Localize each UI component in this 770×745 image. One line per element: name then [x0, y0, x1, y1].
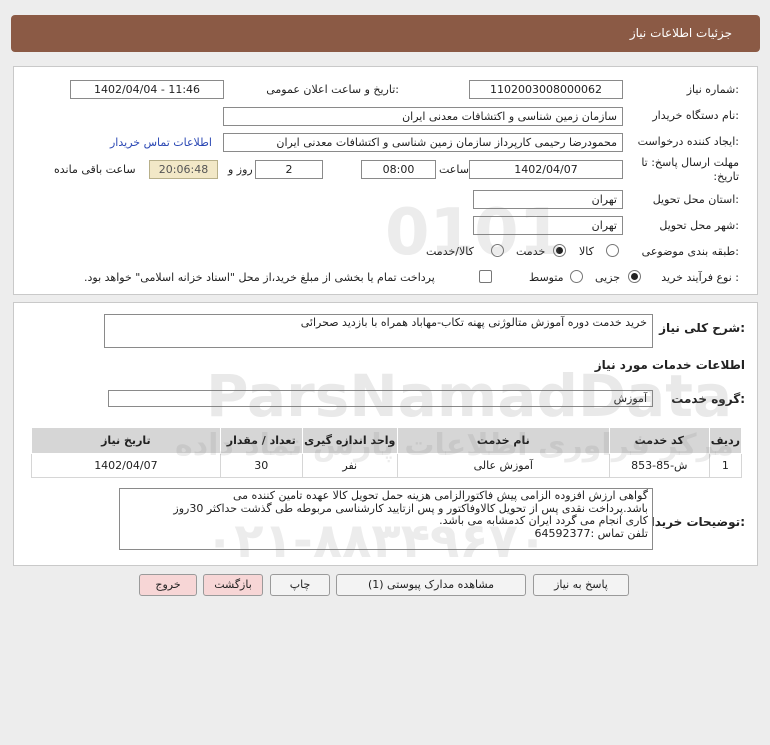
- buyer-org-label: نام دستگاه خریدار:: [652, 109, 739, 122]
- general-desc-field[interactable]: خرید خدمت دوره آموزش متالوژنی پهنه تکاب-…: [104, 314, 653, 348]
- remaining-time-field: 20:06:48: [149, 160, 218, 179]
- exit-button[interactable]: خروج: [139, 574, 197, 596]
- city-label: شهر محل تحویل:: [659, 219, 739, 232]
- category-option-goods: کالا: [579, 245, 594, 258]
- services-table: ردیف کد خدمت نام خدمت واحد اندازه گیری ت…: [31, 427, 743, 478]
- need-info-panel: شماره نیاز: 1102003008000062 تاریخ و ساع…: [13, 66, 758, 295]
- col-service-code: کد خدمت: [608, 427, 710, 454]
- table-row[interactable]: 1 ش-85-853 آموزش عالی نفر 30 1402/04/07: [31, 453, 743, 478]
- cell-need-date: 1402/04/07: [31, 453, 221, 478]
- col-need-date: تاریخ نیاز: [31, 427, 221, 454]
- category-label: طبقه بندی موضوعی:: [641, 245, 739, 258]
- col-unit: واحد اندازه گیری: [301, 427, 398, 454]
- buyer-contact-link[interactable]: اطلاعات تماس خریدار: [110, 136, 212, 149]
- purchase-option-medium: متوسط: [529, 271, 564, 284]
- cell-quantity: 30: [219, 453, 303, 478]
- cell-service-name: آموزش عالی: [396, 453, 610, 478]
- cell-unit: نفر: [301, 453, 398, 478]
- buyer-notes-label: توضیحات خریدار:: [643, 515, 745, 529]
- col-quantity: تعداد / مقدار: [219, 427, 303, 454]
- service-group-field[interactable]: آموزش: [108, 390, 653, 407]
- category-radio-goods[interactable]: [606, 244, 619, 257]
- need-details-panel: شرح کلی نیاز: خرید خدمت دوره آموزش متالو…: [13, 302, 758, 566]
- services-heading: اطلاعات خدمات مورد نیاز: [594, 358, 745, 372]
- purchase-option-minor: جزیی: [595, 271, 621, 284]
- requester-field[interactable]: محمودرضا رحیمی کارپرداز سازمان زمین شناس…: [223, 133, 623, 152]
- deadline-time-label: ساعت: [439, 163, 469, 176]
- payment-note: پرداخت تمام یا بخشی از مبلغ خرید،از محل …: [84, 271, 435, 284]
- need-number-field[interactable]: 1102003008000062: [469, 80, 623, 99]
- deadline-date-field[interactable]: 1402/04/07: [469, 160, 623, 179]
- province-field[interactable]: تهران: [473, 190, 623, 209]
- cell-service-code: ش-85-853: [608, 453, 710, 478]
- buyer-notes-field[interactable]: گواهی ارزش افزوده الزامی پیش فاکتورالزام…: [119, 488, 653, 550]
- need-number-label: شماره نیاز:: [686, 83, 739, 96]
- announce-label: تاریخ و ساعت اعلان عمومی:: [266, 83, 399, 96]
- buyer-notes-line: گواهی ارزش افزوده الزامی پیش فاکتورالزام…: [233, 489, 648, 502]
- buyer-notes-line: کاری انجام می گردد ایران کدمشابه می باشد…: [439, 514, 648, 528]
- buyer-org-field[interactable]: سازمان زمین شناسی و اکتشافات معدنی ایران: [223, 107, 623, 126]
- remaining-label: ساعت باقی مانده: [54, 163, 136, 176]
- reply-button[interactable]: پاسخ به نیاز: [533, 574, 629, 596]
- province-label: استان محل تحویل:: [652, 193, 739, 206]
- category-option-service: خدمت: [516, 245, 546, 258]
- purchase-type-label: نوع فرآیند خرید :: [661, 271, 739, 284]
- purchase-radio-minor[interactable]: [628, 270, 641, 283]
- col-service-name: نام خدمت: [396, 427, 610, 454]
- deadline-time-field[interactable]: 08:00: [361, 160, 436, 179]
- page-header: جزئیات اطلاعات نیاز: [11, 15, 760, 52]
- cell-row-number: 1: [708, 453, 743, 478]
- days-field[interactable]: 2: [255, 160, 323, 179]
- announce-field[interactable]: 1402/04/04 - 11:46: [70, 80, 224, 99]
- buyer-notes-line: تلفن تماس :64592377: [534, 526, 648, 540]
- attachments-button[interactable]: مشاهده مدارک پیوستی (1): [336, 574, 526, 596]
- category-radio-service[interactable]: [553, 244, 566, 257]
- print-button[interactable]: چاپ: [270, 574, 330, 596]
- purchase-radio-medium[interactable]: [570, 270, 583, 283]
- days-label: روز و: [228, 163, 253, 176]
- requester-label: ایجاد کننده درخواست:: [637, 135, 739, 148]
- service-group-label: گروه خدمت:: [671, 392, 745, 406]
- category-option-goods-service: کالا/خدمت: [426, 245, 474, 258]
- col-row-number: ردیف: [708, 427, 743, 454]
- city-field[interactable]: تهران: [473, 216, 623, 235]
- general-desc-label: شرح کلی نیاز:: [659, 321, 745, 335]
- deadline-label: مهلت ارسال پاسخ: تا تاریخ:: [641, 156, 739, 183]
- table-header-row: ردیف کد خدمت نام خدمت واحد اندازه گیری ت…: [31, 427, 743, 454]
- back-button[interactable]: بازگشت: [203, 574, 263, 596]
- page-title: جزئیات اطلاعات نیاز: [629, 26, 732, 40]
- treasury-checkbox[interactable]: [479, 270, 492, 283]
- category-radio-goods-service[interactable]: [491, 244, 504, 257]
